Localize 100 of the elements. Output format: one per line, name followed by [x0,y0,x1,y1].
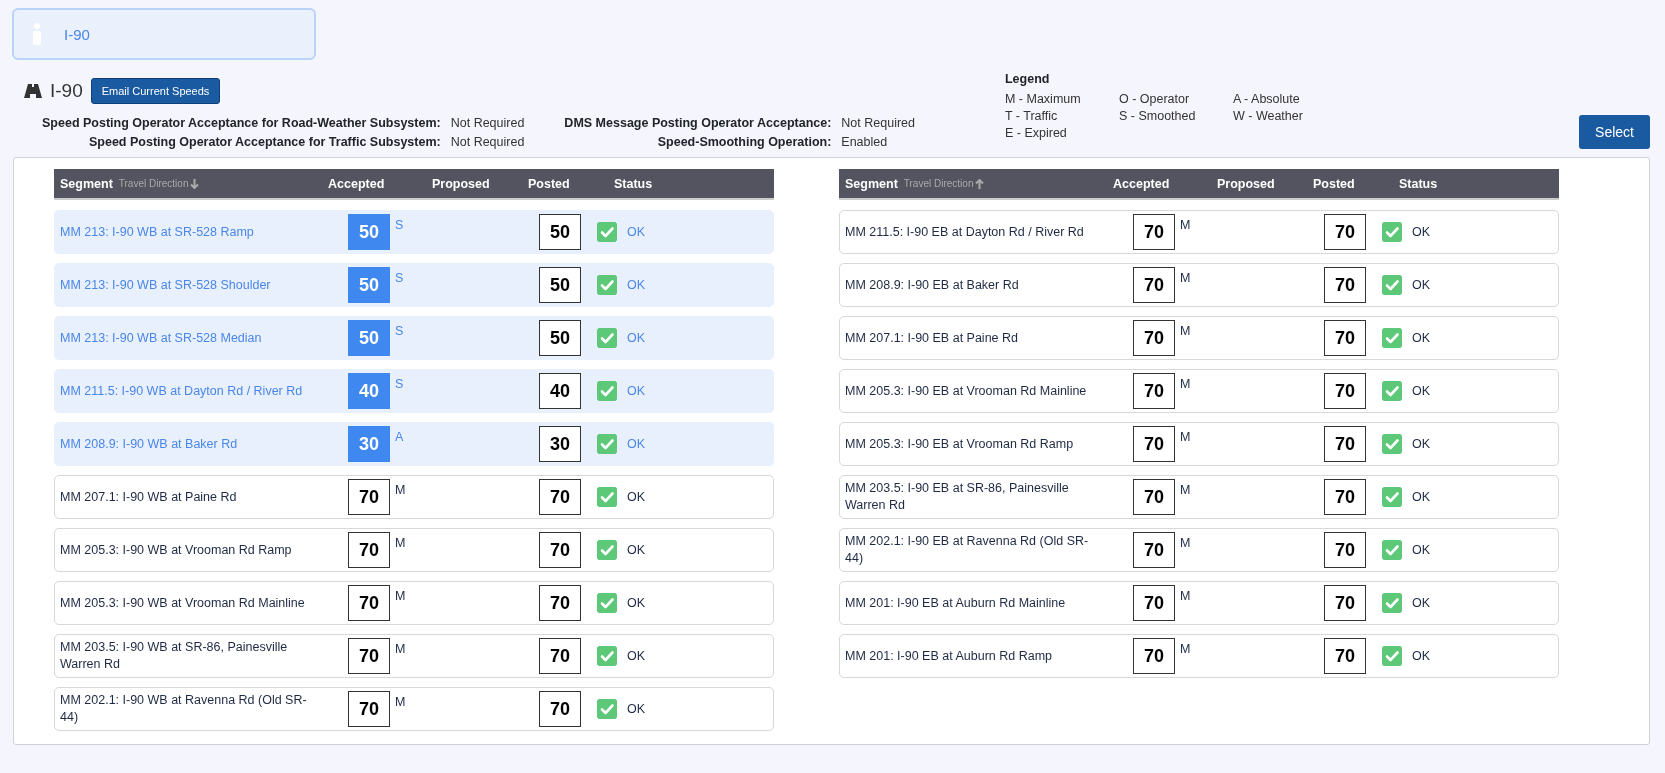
accepted-speed: 70 [1133,267,1175,303]
accepted-speed: 70 [1133,585,1175,621]
legend-item: S - Smoothed [1119,109,1197,123]
posted-speed: 70 [539,479,581,515]
speed-code: M [1179,324,1192,338]
accepted-speed: 70 [1133,373,1175,409]
status-text: OK [627,490,646,504]
segment-row[interactable]: MM 201: I-90 EB at Auburn Rd Ramp 70 M 70 OK [839,634,1559,678]
segment-row[interactable]: MM 213: I-90 WB at SR-528 Ramp 50 S 50 OK [54,210,774,254]
posted-speed: 50 [539,267,581,303]
column-header: Accepted [328,176,386,191]
segment-name: MM 208.9: I-90 EB at Baker Rd [845,276,1020,294]
accepted-speed: 70 [1133,426,1175,462]
accepted-speed: 70 [1133,532,1175,568]
status-text: OK [1412,437,1431,451]
speed-code: S [394,271,405,285]
accepted-speed: 70 [1133,214,1175,250]
accepted-speed: 50 [348,320,390,356]
posted-speed: 70 [1324,267,1366,303]
legend-item: M - Maximum [1005,92,1082,106]
setting-value: Not Required [841,116,915,130]
speed-code: M [1179,218,1192,232]
column-header: Status [614,176,654,191]
speed-code: M [1179,377,1192,391]
column-header[interactable]: Segment [60,176,113,191]
status-text: OK [627,225,646,239]
status-text: OK [1412,649,1431,663]
segment-name: MM 211.5: I-90 EB at Dayton Rd / River Rd [845,223,1085,241]
status-text: OK [627,702,646,716]
segment-name: MM 213: I-90 WB at SR-528 Median [60,329,263,347]
speed-code: M [1179,271,1192,285]
legend-item: E - Expired [1005,126,1068,140]
segment-row[interactable]: MM 205.3: I-90 WB at Vrooman Rd Ramp 70 M 70 OK [54,528,774,572]
status-text: OK [627,437,646,451]
posted-speed: 70 [1324,585,1366,621]
card-title: I-90 [64,25,90,43]
posted-speed: 70 [1324,320,1366,356]
segment-row[interactable]: MM 207.1: I-90 WB at Paine Rd 70 M 70 OK [54,475,774,519]
road-icon [24,84,42,98]
posted-speed: 40 [539,373,581,409]
segment-row[interactable]: MM 205.3: I-90 WB at Vrooman Rd Mainline 70 M 70 OK [54,581,774,625]
status-text: OK [1412,331,1431,345]
posted-speed: 70 [539,691,581,727]
segment-row[interactable]: MM 211.5: I-90 WB at Dayton Rd / River Rd 40 S 40 OK [54,369,774,413]
segment-row[interactable]: MM 213: I-90 WB at SR-528 Median 50 S 50 OK [54,316,774,360]
speed-code: M [1179,483,1192,497]
segment-name: MM 205.3: I-90 EB at Vrooman Rd Ramp [845,435,1075,453]
status-text: OK [1412,490,1431,504]
segment-name: MM 205.3: I-90 EB at Vrooman Rd Mainline [845,382,1088,400]
select-button[interactable]: Select [1579,115,1650,149]
posted-speed: 30 [539,426,581,462]
segment-name: MM 203.5: I-90 EB at SR-86, Painesville Warren Rd [845,480,1070,514]
setting-label: Speed-Smoothing Operation: [656,135,832,149]
segment-name: MM 213: I-90 WB at SR-528 Ramp [60,223,255,241]
segment-row[interactable]: MM 203.5: I-90 WB at SR-86, Painesville Warren Rd 70 M 70 OK [54,634,774,678]
segment-name: MM 201: I-90 EB at Auburn Rd Ramp [845,647,1054,665]
segment-row[interactable]: MM 202.1: I-90 WB at Ravenna Rd (Old SR-44) 70 M 70 OK [54,687,774,731]
status-text: OK [1412,543,1431,557]
segment-name: MM 213: I-90 WB at SR-528 Shoulder [60,276,272,294]
speed-code: M [1179,589,1192,603]
speed-code: M [394,695,407,709]
segment-row[interactable]: MM 208.9: I-90 EB at Baker Rd 70 M 70 OK [839,263,1559,307]
status-text: OK [1412,596,1431,610]
column-header: Proposed [432,176,491,191]
speed-code: M [394,642,407,656]
speed-code: M [394,483,407,497]
segment-row[interactable]: MM 205.3: I-90 EB at Vrooman Rd Ramp 70 M 70 OK [839,422,1559,466]
segment-row[interactable]: MM 208.9: I-90 WB at Baker Rd 30 A 30 OK [54,422,774,466]
posted-speed: 70 [1324,214,1366,250]
column-header[interactable]: Segment [845,176,898,191]
accepted-speed: 70 [348,585,390,621]
column-header: Proposed [1217,176,1276,191]
segment-name: MM 202.1: I-90 WB at Ravenna Rd (Old SR-44) [60,692,308,726]
segment-row[interactable]: MM 211.5: I-90 EB at Dayton Rd / River Rd 70 M 70 OK [839,210,1559,254]
column-header: Accepted [1113,176,1171,191]
setting-value: Not Required [450,116,525,130]
segment-row[interactable]: MM 207.1: I-90 EB at Paine Rd 70 M 70 OK [839,316,1559,360]
segment-row[interactable]: MM 205.3: I-90 EB at Vrooman Rd Mainline 70 M 70 OK [839,369,1559,413]
segment-row[interactable]: MM 201: I-90 EB at Auburn Rd Mainline 70 M 70 OK [839,581,1559,625]
segment-row[interactable]: MM 202.1: I-90 EB at Ravenna Rd (Old SR-44) 70 M 70 OK [839,528,1559,572]
segment-name: MM 202.1: I-90 EB at Ravenna Rd (Old SR-44) [845,533,1090,567]
posted-speed: 70 [1324,373,1366,409]
accepted-speed: 50 [348,214,390,250]
accepted-speed: 40 [348,373,390,409]
column-header: Posted [528,176,571,191]
status-text: OK [627,278,646,292]
posted-speed: 70 [539,585,581,621]
status-text: OK [1412,225,1431,239]
status-text: OK [627,596,646,610]
segment-row[interactable]: MM 203.5: I-90 EB at SR-86, Painesville Warren Rd 70 M 70 OK [839,475,1559,519]
email-button[interactable]: Email Current Speeds [90,78,221,104]
column-header: Status [1399,176,1439,191]
segment-row[interactable]: MM 213: I-90 WB at SR-528 Shoulder 50 S 50 OK [54,263,774,307]
accepted-speed: 70 [1133,479,1175,515]
status-text: OK [1412,278,1431,292]
legend-item: A - Absolute [1233,92,1301,106]
posted-speed: 70 [1324,532,1366,568]
status-text: OK [627,649,646,663]
segment-name: MM 205.3: I-90 WB at Vrooman Rd Ramp [60,541,293,559]
legend-item: O - Operator [1119,92,1191,106]
